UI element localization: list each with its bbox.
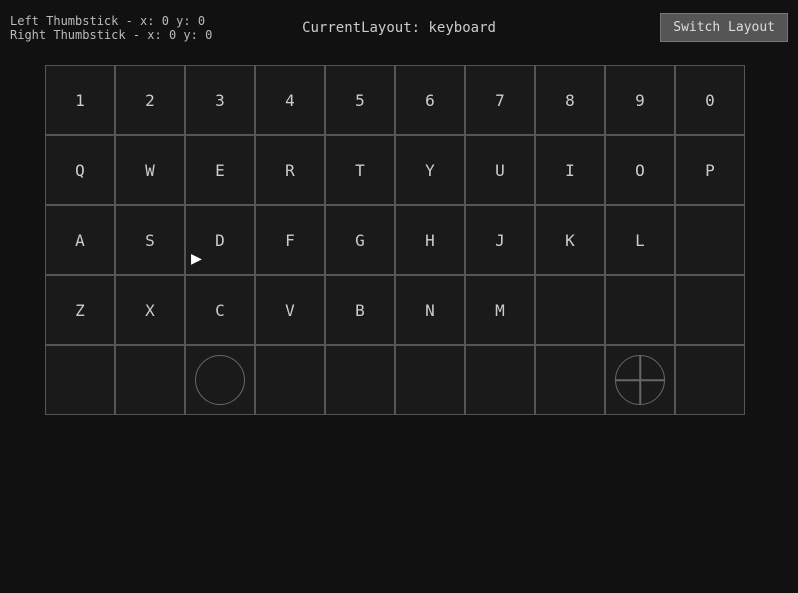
key-special-5-5[interactable] <box>325 345 395 415</box>
key-row-5 <box>45 345 753 415</box>
current-layout-label: CurrentLayout: keyboard <box>302 20 496 36</box>
key-k[interactable]: K <box>535 205 605 275</box>
key-h[interactable]: H <box>395 205 465 275</box>
thumbstick-info: Left Thumbstick - x: 0 y: 0 Right Thumbs… <box>10 14 212 42</box>
key-l[interactable]: L <box>605 205 675 275</box>
key-p[interactable]: P <box>675 135 745 205</box>
key-3[interactable]: 3 <box>185 65 255 135</box>
key-row-3: A S D ▶ F G H J K L <box>45 205 753 275</box>
key-2[interactable]: 2 <box>115 65 185 135</box>
key-b[interactable]: B <box>325 275 395 345</box>
key-special-5-4[interactable] <box>255 345 325 415</box>
header: Left Thumbstick - x: 0 y: 0 Right Thumbs… <box>0 0 798 55</box>
key-5[interactable]: 5 <box>325 65 395 135</box>
key-empty-4-9 <box>605 275 675 345</box>
key-y[interactable]: Y <box>395 135 465 205</box>
key-1[interactable]: 1 <box>45 65 115 135</box>
key-special-5-2[interactable] <box>115 345 185 415</box>
key-right-circle[interactable] <box>605 345 675 415</box>
key-special-5-10[interactable] <box>675 345 745 415</box>
key-m[interactable]: M <box>465 275 535 345</box>
key-8[interactable]: 8 <box>535 65 605 135</box>
key-d[interactable]: D ▶ <box>185 205 255 275</box>
key-x[interactable]: X <box>115 275 185 345</box>
cursor-icon: ▶ <box>191 248 202 269</box>
key-s[interactable]: S <box>115 205 185 275</box>
key-row-2: Q W E R T Y U I O P <box>45 135 753 205</box>
key-e[interactable]: E <box>185 135 255 205</box>
switch-layout-button[interactable]: Switch Layout <box>660 13 788 42</box>
key-a[interactable]: A <box>45 205 115 275</box>
key-empty-3-10 <box>675 205 745 275</box>
key-n[interactable]: N <box>395 275 465 345</box>
key-w[interactable]: W <box>115 135 185 205</box>
key-special-5-1[interactable] <box>45 345 115 415</box>
key-j[interactable]: J <box>465 205 535 275</box>
left-circle-graphic <box>195 355 245 405</box>
key-9[interactable]: 9 <box>605 65 675 135</box>
key-row-1: 1 2 3 4 5 6 7 8 9 0 <box>45 65 753 135</box>
key-i[interactable]: I <box>535 135 605 205</box>
key-left-circle[interactable] <box>185 345 255 415</box>
key-7[interactable]: 7 <box>465 65 535 135</box>
left-thumbstick-label: Left Thumbstick - x: 0 y: 0 <box>10 14 212 28</box>
key-4[interactable]: 4 <box>255 65 325 135</box>
key-g[interactable]: G <box>325 205 395 275</box>
key-empty-4-8 <box>535 275 605 345</box>
key-row-4: Z X C V B N M <box>45 275 753 345</box>
keyboard-area: 1 2 3 4 5 6 7 8 9 0 Q W E R T Y U I O P … <box>0 55 798 425</box>
key-u[interactable]: U <box>465 135 535 205</box>
key-special-5-7[interactable] <box>465 345 535 415</box>
key-6[interactable]: 6 <box>395 65 465 135</box>
key-empty-4-10 <box>675 275 745 345</box>
right-circle-hline <box>615 379 665 381</box>
key-q[interactable]: Q <box>45 135 115 205</box>
key-special-5-6[interactable] <box>395 345 465 415</box>
key-0[interactable]: 0 <box>675 65 745 135</box>
key-t[interactable]: T <box>325 135 395 205</box>
key-v[interactable]: V <box>255 275 325 345</box>
key-special-5-8[interactable] <box>535 345 605 415</box>
key-o[interactable]: O <box>605 135 675 205</box>
key-f[interactable]: F <box>255 205 325 275</box>
key-c[interactable]: C <box>185 275 255 345</box>
key-z[interactable]: Z <box>45 275 115 345</box>
key-r[interactable]: R <box>255 135 325 205</box>
right-thumbstick-label: Right Thumbstick - x: 0 y: 0 <box>10 28 212 42</box>
